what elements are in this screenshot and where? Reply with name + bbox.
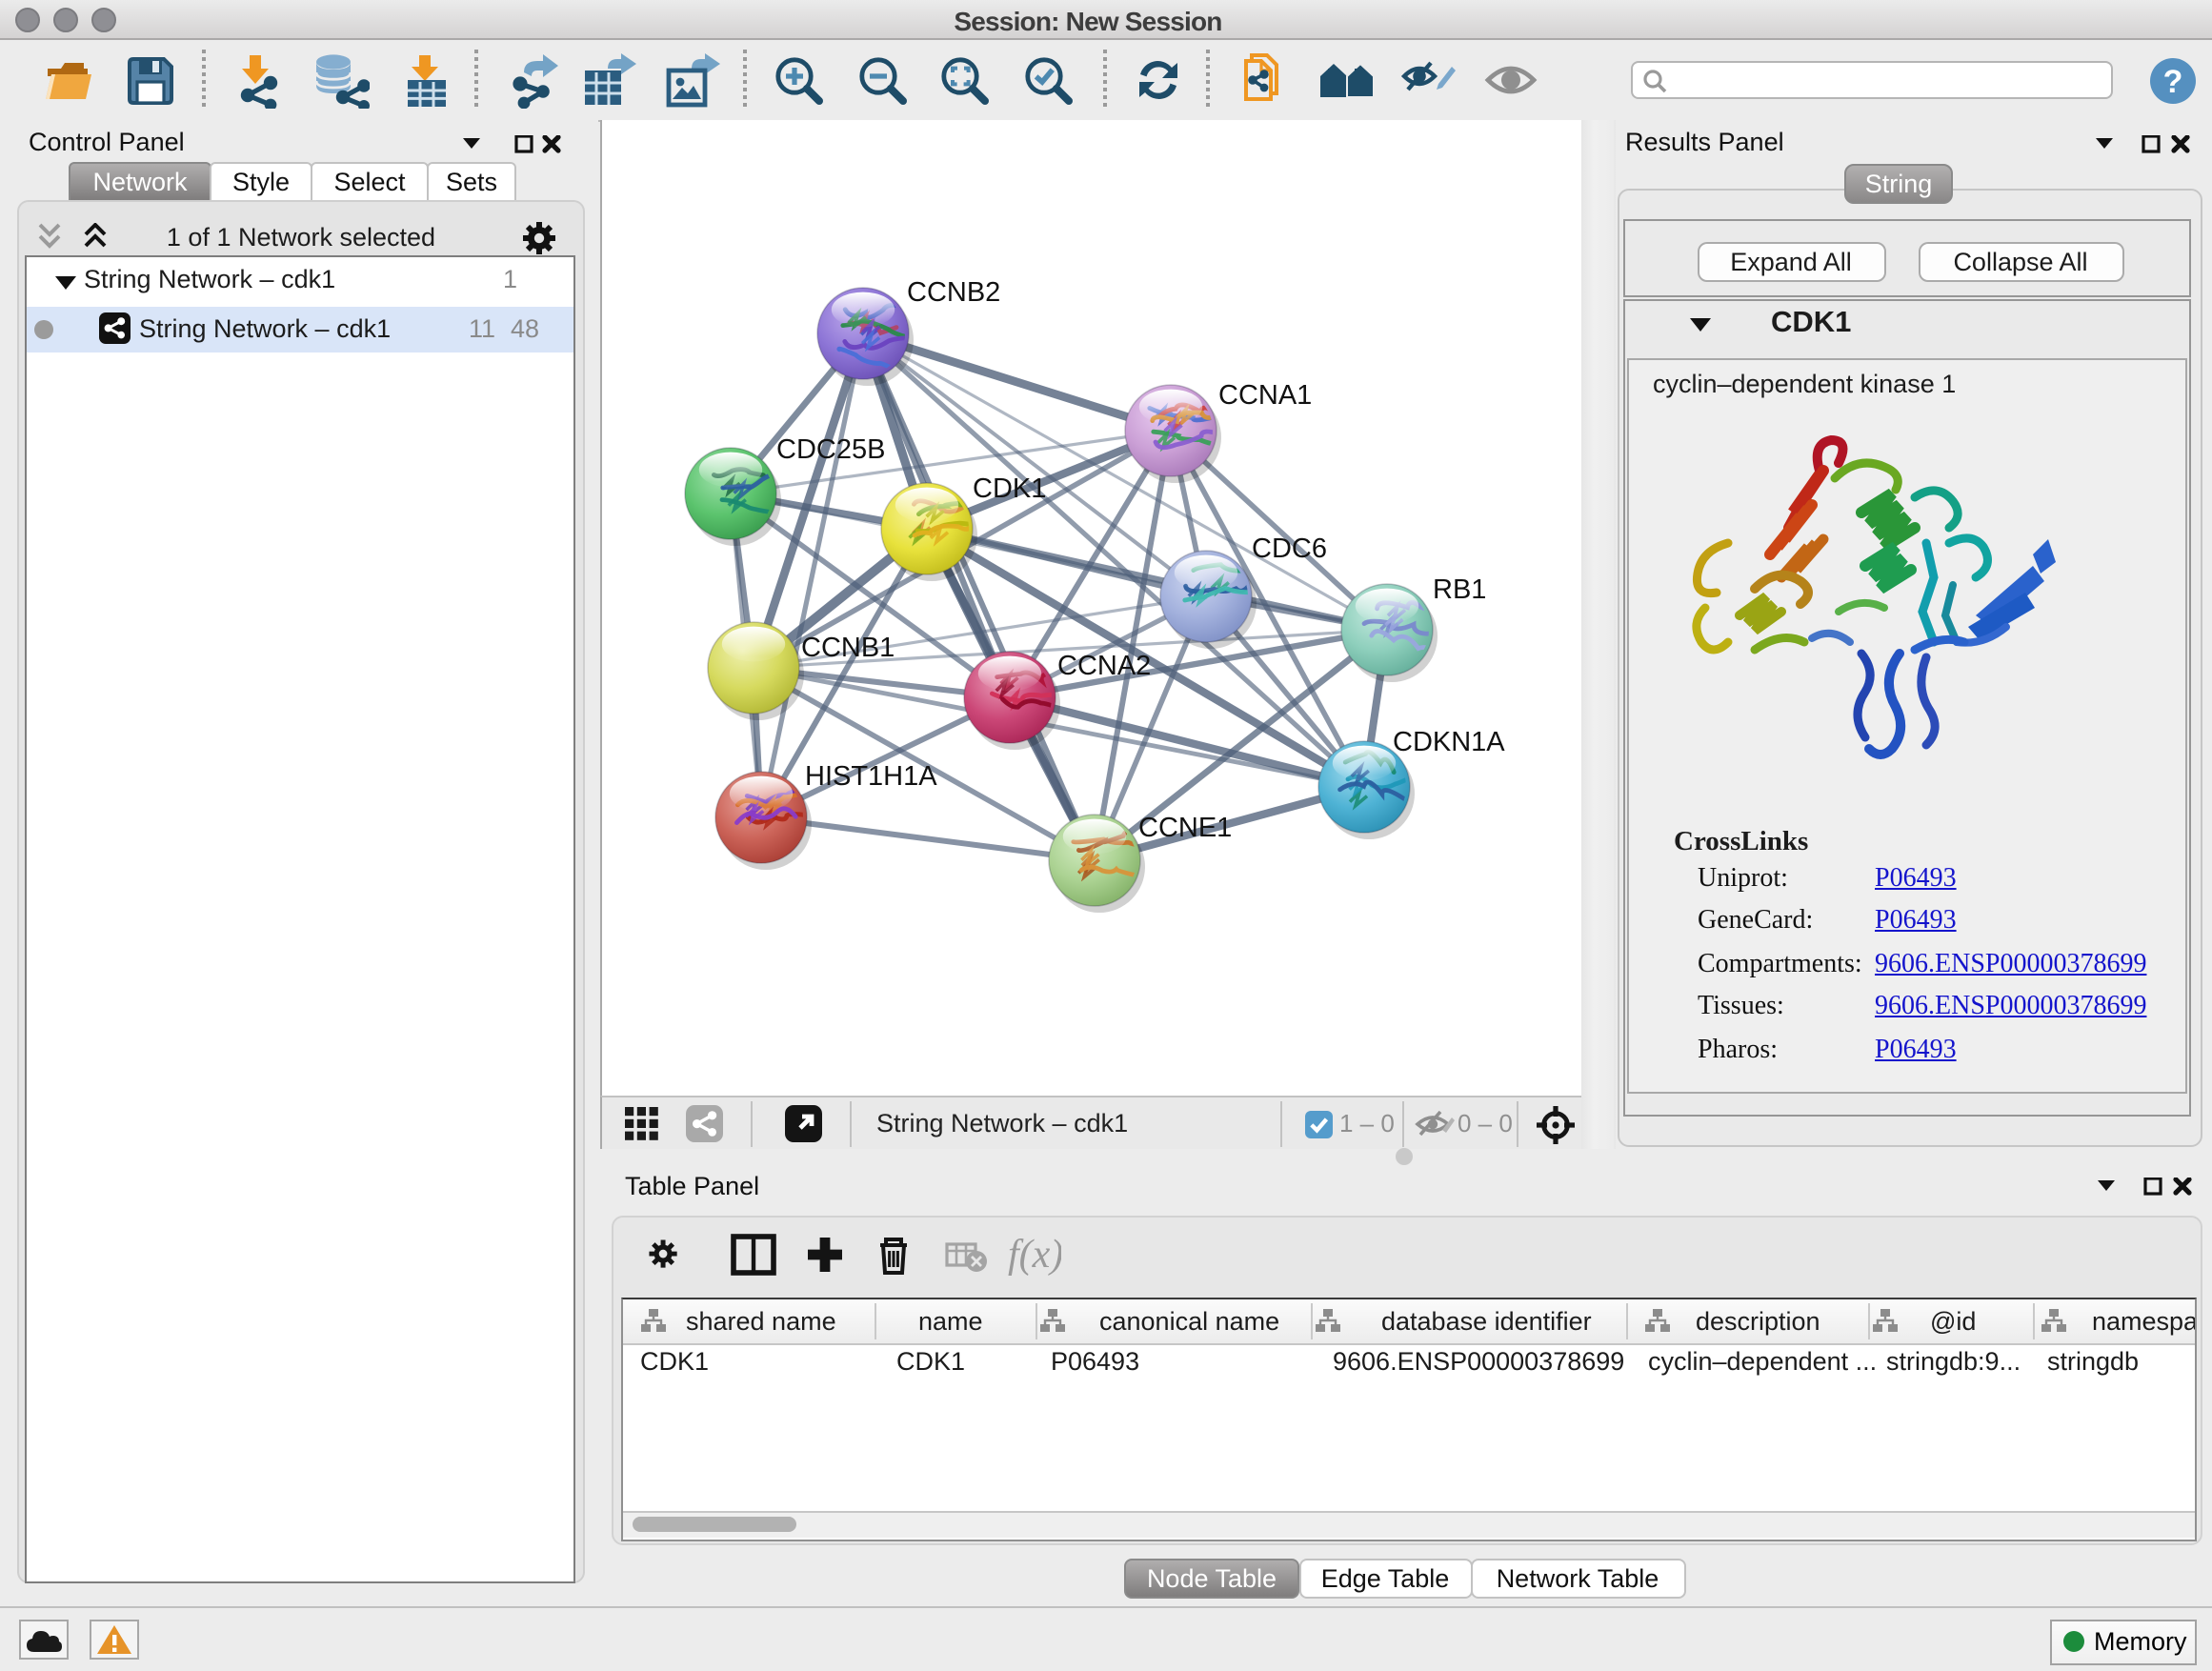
svg-text:CCNB1: CCNB1	[801, 633, 895, 663]
svg-text:canonical name: canonical name	[1098, 1306, 1278, 1335]
svg-text:namespac: namespac	[2091, 1306, 2194, 1335]
svg-text:CDC6: CDC6	[1252, 534, 1327, 564]
svg-text:CDK1: CDK1	[973, 473, 1046, 504]
svg-text:name: name	[917, 1306, 982, 1335]
svg-text:HIST1H1A: HIST1H1A	[805, 761, 937, 792]
svg-text:description: description	[1695, 1306, 1820, 1335]
svg-text:CCNB2: CCNB2	[907, 277, 1000, 308]
svg-text:?: ?	[2163, 64, 2183, 100]
svg-text:CCNA1: CCNA1	[1218, 380, 1312, 411]
svg-text:database identifier: database identifier	[1380, 1306, 1591, 1335]
svg-text:CCNE1: CCNE1	[1138, 813, 1232, 843]
svg-text:@id: @id	[1929, 1306, 1975, 1335]
svg-text:CDKN1A: CDKN1A	[1393, 727, 1505, 757]
svg-text:CCNA2: CCNA2	[1057, 651, 1151, 681]
svg-text:shared name: shared name	[685, 1306, 835, 1335]
svg-text:RB1: RB1	[1433, 574, 1486, 605]
svg-text:CDC25B: CDC25B	[776, 434, 885, 465]
svg-text:f(x): f(x)	[1008, 1233, 1061, 1277]
